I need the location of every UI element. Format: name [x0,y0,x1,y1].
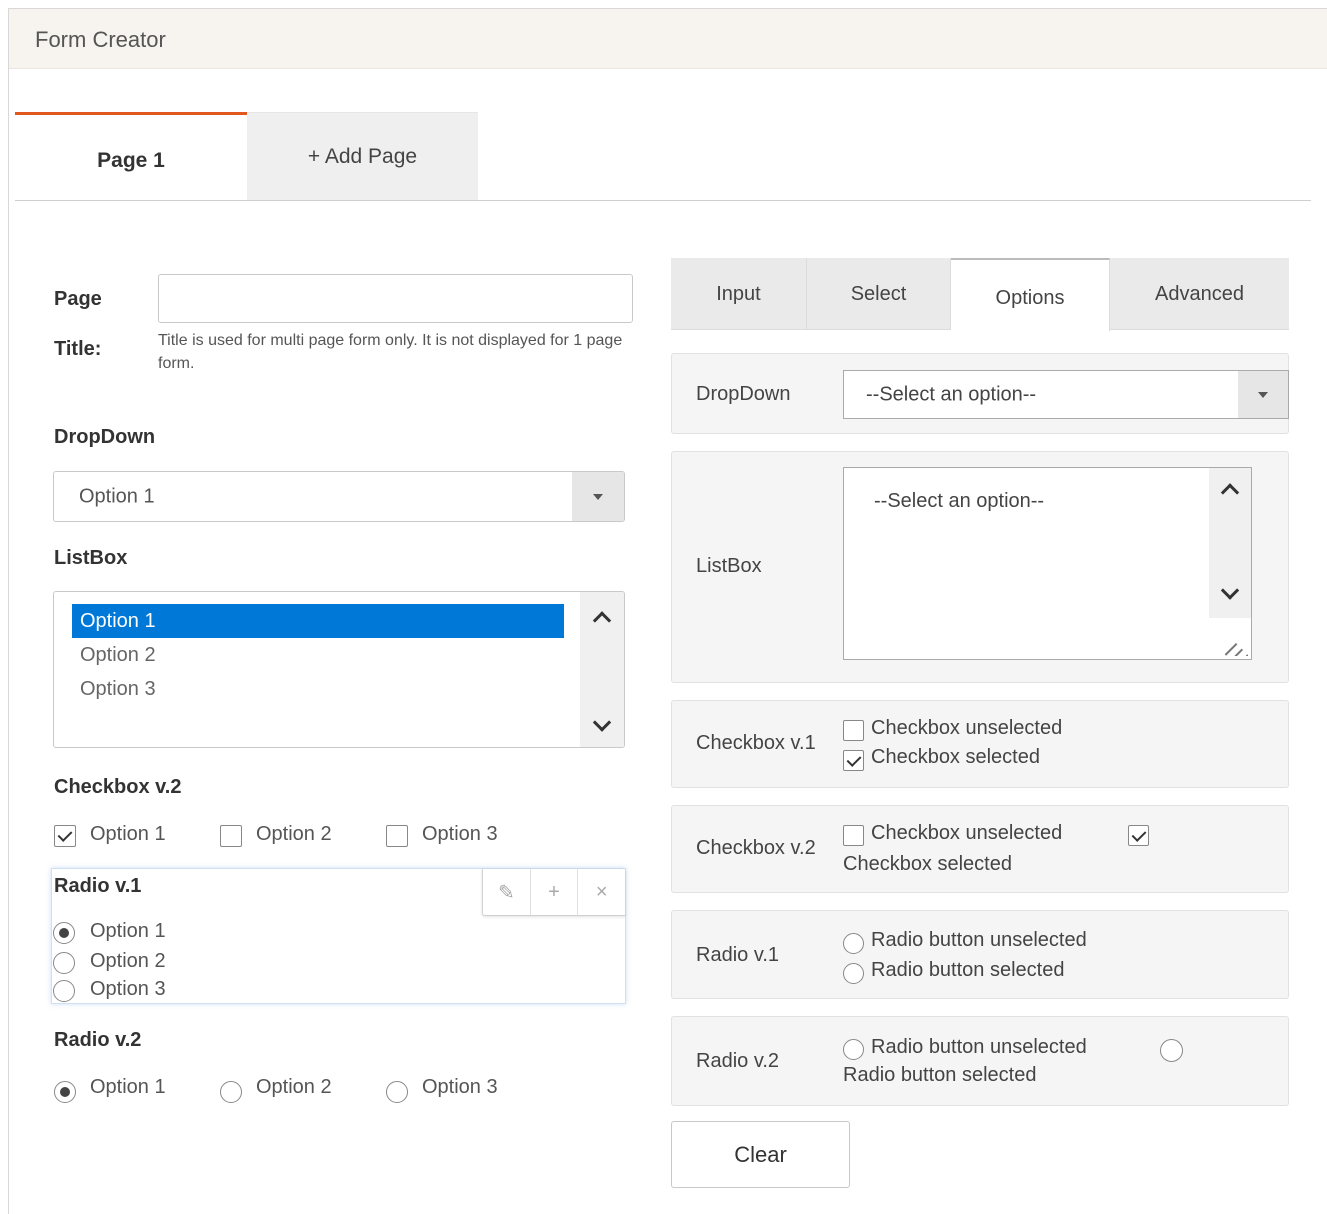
checkbox-unselected-label: Checkbox unselected [871,717,1063,739]
checkbox-unselected-label: Checkbox unselected [871,822,1063,844]
page-title-label-line2: Title: [54,338,102,360]
tab-input[interactable]: Input [671,258,807,330]
radio-v2-label: Radio v.2 [54,1029,142,1051]
props-dropdown-select[interactable]: --Select an option-- [843,370,1289,419]
tab-page-1[interactable]: Page 1 [15,112,247,200]
field-toolbar: ✎ + × [482,869,625,916]
props-dropdown-arrow-icon[interactable] [1238,371,1288,418]
checkbox-selected[interactable] [843,750,864,771]
tab-options[interactable]: Options [951,258,1110,331]
checkbox-option-1-label: Option 1 [90,823,166,845]
close-icon[interactable]: × [577,869,625,915]
checkbox-option-1[interactable] [54,825,76,847]
props-radio-v2-panel: Radio v.2 Radio button unselected Radio … [671,1016,1289,1106]
add-page-button[interactable]: + Add Page [247,112,478,200]
property-tabs: Input Select Options Advanced [671,258,1289,331]
radio-v2-option-1-label: Option 1 [90,1076,166,1098]
props-radio-v1-panel: Radio v.1 Radio button unselected Radio … [671,910,1289,999]
scroll-up-icon[interactable] [592,611,612,630]
plus-icon[interactable]: + [529,869,578,915]
page-title-input[interactable] [158,274,633,323]
props-radio-v1-label: Radio v.1 [696,944,780,966]
props-listbox[interactable]: --Select an option-- [843,467,1252,660]
checkbox-unselected[interactable] [843,825,864,846]
radio-selected-label: Radio button selected [843,1064,1037,1086]
props-checkbox-v2-label: Checkbox v.2 [696,837,816,859]
dropdown-label: DropDown [54,426,156,448]
radio-v2-option-1[interactable] [54,1081,76,1103]
checkbox-selected-label: Checkbox selected [843,853,1012,875]
checkbox-selected-label: Checkbox selected [871,746,1040,768]
checkbox-unselected[interactable] [843,720,864,741]
checkbox-option-2[interactable] [220,825,242,847]
checkbox-v2-label: Checkbox v.2 [54,776,182,798]
window-title: Form Creator [35,27,166,52]
props-radio-v2-label: Radio v.2 [696,1050,780,1072]
props-checkbox-v1-panel: Checkbox v.1 Checkbox unselected Checkbo… [671,700,1289,788]
resize-grip-icon[interactable] [1218,626,1248,656]
dropdown-arrow-icon[interactable] [572,472,624,521]
radio-v1-option-3-label: Option 3 [90,978,166,1000]
radio-v1-field-selected[interactable]: Radio v.1 ✎ + × Option 1 Option 2 Option… [51,868,626,1004]
checkbox-option-3-label: Option 3 [422,823,498,845]
scroll-up-icon[interactable] [1220,483,1240,502]
props-checkbox-v1-label: Checkbox v.1 [696,732,816,754]
page-title-hint: Title is used for multi page form only. … [158,332,623,372]
radio-v2-option-3-label: Option 3 [422,1076,498,1098]
clear-button[interactable]: Clear [671,1121,850,1188]
radio-selected-label: Radio button selected [871,959,1065,981]
radio-v1-option-1-label: Option 1 [90,920,166,942]
radio-unselected[interactable] [843,933,864,954]
listbox-option[interactable]: Option 3 [72,672,564,706]
checkbox-selected[interactable] [1128,825,1149,846]
props-listbox-label: ListBox [696,555,762,577]
listbox-label: ListBox [54,547,128,569]
props-listbox-panel: ListBox --Select an option-- [671,451,1289,683]
radio-unselected-label: Radio button unselected [871,929,1087,951]
dropdown-value: Option 1 [79,485,155,507]
radio-selected[interactable] [1160,1039,1183,1062]
radio-unselected-label: Radio button unselected [871,1036,1087,1058]
edit-icon[interactable]: ✎ [483,869,530,915]
checkbox-option-3[interactable] [386,825,408,847]
radio-v1-option-3[interactable] [53,980,75,1002]
radio-selected[interactable] [843,963,864,984]
props-checkbox-v2-panel: Checkbox v.2 Checkbox unselected Checkbo… [671,805,1289,893]
radio-v1-option-2-label: Option 2 [90,950,166,972]
listbox-option[interactable]: Option 1 [72,604,564,638]
checkbox-option-2-label: Option 2 [256,823,332,845]
page-tabs: Page 1 + Add Page [15,112,1311,201]
props-dropdown-panel: DropDown --Select an option-- [671,353,1289,434]
radio-v2-option-2-label: Option 2 [256,1076,332,1098]
tab-select[interactable]: Select [807,258,951,330]
page-title-label-line1: Page [54,288,102,310]
radio-unselected[interactable] [843,1039,864,1060]
listbox-scrollbar[interactable] [580,592,624,747]
props-listbox-scrollbar[interactable] [1209,468,1251,618]
tab-advanced[interactable]: Advanced [1110,258,1289,330]
props-dropdown-value: --Select an option-- [866,383,1037,405]
dropdown-select[interactable]: Option 1 [53,471,625,522]
props-listbox-value: --Select an option-- [874,490,1045,512]
radio-v2-option-3[interactable] [386,1081,408,1103]
props-dropdown-label: DropDown [696,383,791,405]
title-bar: Form Creator [9,9,1327,69]
scroll-down-icon[interactable] [1220,581,1240,600]
listbox-option[interactable]: Option 2 [72,638,564,672]
radio-v1-option-1[interactable] [53,922,75,944]
radio-v1-option-2[interactable] [53,952,75,974]
radio-v2-option-2[interactable] [220,1081,242,1103]
listbox[interactable]: Option 1 Option 2 Option 3 [53,591,625,748]
scroll-down-icon[interactable] [592,713,612,732]
radio-v1-label: Radio v.1 [54,875,142,897]
